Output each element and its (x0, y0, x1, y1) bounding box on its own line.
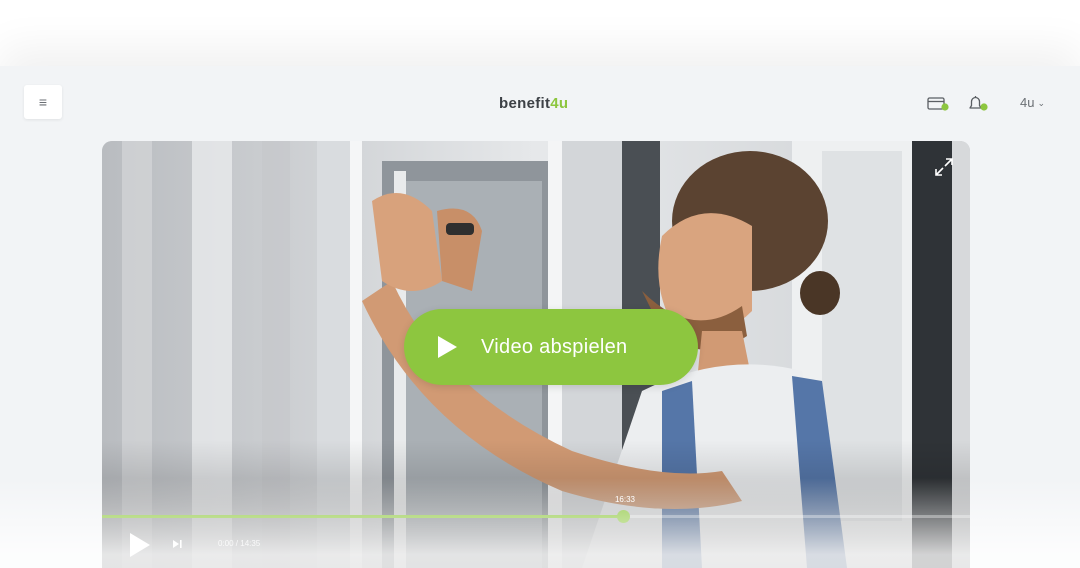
fullscreen-icon (935, 158, 953, 176)
logo-text: benefit (499, 95, 551, 112)
time-display: 0:00 / 14:35 (218, 539, 261, 548)
control-play-button[interactable] (130, 533, 150, 557)
menu-button[interactable]: ≡ (24, 85, 62, 119)
progress-bar[interactable] (102, 510, 970, 523)
logo[interactable]: benefit4u (499, 95, 568, 112)
skip-next-icon (173, 540, 182, 548)
progress-fill (102, 515, 623, 518)
progress-handle[interactable] (616, 510, 630, 523)
video-player[interactable]: Video abspielen 16:33 0:00 / 14:35 (102, 141, 970, 568)
skip-next-button[interactable] (170, 537, 184, 551)
wallet-button[interactable] (927, 94, 949, 112)
chevron-down-icon: ⌄ (1037, 98, 1046, 109)
user-menu-label: 4u (1020, 95, 1035, 110)
wallet-icon (927, 97, 949, 111)
logo-accent: 4u (550, 95, 569, 112)
play-icon (438, 336, 457, 358)
seek-hover-time: 16:33 (614, 495, 636, 504)
menu-icon: ≡ (38, 94, 48, 110)
play-video-label: Video abspielen (481, 335, 628, 358)
user-menu[interactable]: 4u ⌄ (1020, 95, 1045, 110)
app-window: ≡ benefit4u 4u ⌄ Video abspielen 16:33 0… (0, 66, 1080, 568)
play-video-button[interactable]: Video abspielen (404, 309, 698, 385)
notifications-button[interactable] (967, 94, 989, 112)
bell-icon (969, 96, 988, 111)
fullscreen-button[interactable] (934, 157, 954, 177)
